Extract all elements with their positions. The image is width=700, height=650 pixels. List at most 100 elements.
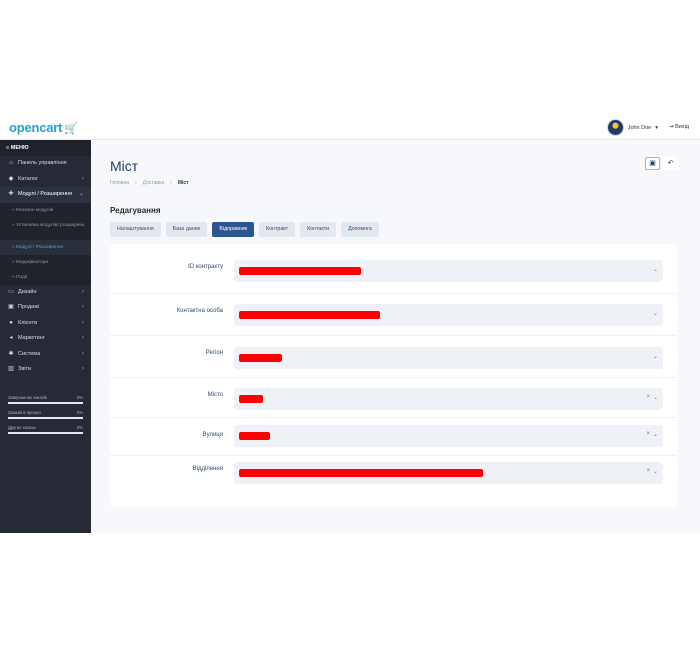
chevron-down-icon[interactable]: ⌄ (653, 468, 658, 475)
dashboard-icon: ⌂ (9, 160, 13, 166)
section-title: Редагування (110, 206, 161, 215)
clear-icon[interactable]: × (646, 431, 650, 438)
stat-label: Заказів в процесі (8, 410, 42, 415)
stat-value: 0% (76, 395, 83, 400)
clear-icon[interactable]: × (646, 394, 650, 401)
puzzle-icon: ✚ (8, 191, 14, 197)
sidebar-item-system[interactable]: ✱ Система › (0, 347, 91, 363)
sidebar-subitem-extensions[interactable]: » Модулі / Розширення (0, 239, 91, 255)
contract-id-select[interactable]: ⌄ (234, 260, 663, 282)
sidebar-item-customers[interactable]: ● Клієнти › (0, 316, 91, 332)
sidebar-item-reports[interactable]: ▥ Звіти › (0, 362, 91, 378)
redacted-value (239, 311, 380, 319)
hamburger-icon: ≡ (6, 145, 10, 151)
contact-person-select[interactable]: ⌄ (234, 304, 663, 326)
form-row-region: Регіон ⌄ (110, 336, 677, 378)
clear-icon[interactable]: × (646, 468, 650, 475)
monitor-icon: ▭ (8, 288, 14, 295)
tab-help[interactable]: Допомога (341, 222, 379, 237)
sidebar-item-dashboard[interactable]: ⌂ Панель управління (0, 156, 91, 172)
form-row-branch: Відділення × ⌄ (110, 456, 677, 496)
sidebar-item-label: Система (18, 350, 41, 357)
sidebar-subitem-label: Події (16, 274, 28, 280)
chevron-right-icon: › (82, 335, 84, 341)
chevron-right-icon: › (170, 180, 172, 186)
city-select[interactable]: × ⌄ (234, 388, 663, 410)
form-row-contract-id: ID контракту ⌄ (110, 244, 677, 294)
breadcrumb-current: Міст (177, 180, 189, 186)
bullet-icon: » (12, 207, 15, 213)
user-icon: ● (9, 319, 13, 326)
breadcrumb: Головна › Доставка › Міст (110, 180, 189, 186)
logout-label: Вихід (675, 124, 689, 130)
tab-contract[interactable]: Контракт (258, 222, 296, 237)
sidebar-item-marketing[interactable]: ◂ Маркетинг › (0, 331, 91, 347)
tab-sender[interactable]: Відправник (212, 222, 254, 237)
sender-form-card: ID контракту ⌄ Контактна особа ⌄ Регіон … (110, 244, 677, 507)
field-label: Регіон (205, 350, 223, 356)
cart-logo-icon: 🛒 (64, 123, 78, 135)
bullet-icon: » (12, 222, 15, 228)
tab-bar: Налаштування База даних Відправник Контр… (110, 222, 379, 237)
sidebar-subitem-modifications[interactable]: » Модифікатори (0, 254, 91, 270)
field-label: Контактна особа (176, 308, 223, 314)
stat-value: 0% (76, 425, 83, 430)
form-row-city: Місто × ⌄ (110, 378, 677, 418)
progress-bar (8, 417, 83, 419)
menu-toggle[interactable]: ≡ МЕНЮ (0, 140, 91, 156)
redacted-value (239, 267, 361, 275)
stat-label: Другие заказы (8, 425, 36, 430)
chevron-down-icon: ⌄ (652, 311, 658, 317)
top-header: opencart 🛒 John Doe ▾ ⇥ Вихід (0, 115, 700, 140)
progress-bar (8, 432, 83, 434)
chevron-down-icon[interactable]: ⌄ (653, 431, 658, 438)
breadcrumb-shipping[interactable]: Доставка (143, 180, 164, 186)
bullet-icon: » (12, 244, 15, 250)
sidebar-item-label: Продажі (18, 304, 40, 310)
sidebar-subitem-label: Модулі / Розширення (16, 244, 64, 250)
tab-contacts[interactable]: Контакти (300, 222, 337, 237)
order-stats: Завершених заказів 0% Заказів в процесі 0%… (8, 395, 83, 440)
logo-text: opencart (9, 120, 63, 135)
sidebar-item-label: Маркетинг (18, 335, 45, 341)
stat-value: 0% (76, 410, 83, 415)
region-select[interactable]: ⌄ (234, 347, 663, 369)
sidebar-item-label: Звіти (18, 366, 32, 372)
opencart-logo[interactable]: opencart 🛒 (9, 120, 78, 135)
sidebar-item-design[interactable]: ▭ Дизайн › (0, 285, 91, 301)
sidebar-item-label: Панель управління (18, 160, 67, 166)
save-button[interactable]: ▣ (645, 157, 660, 170)
bar-chart-icon: ▥ (8, 366, 14, 372)
app-window: opencart 🛒 John Doe ▾ ⇥ Вихід ≡ МЕНЮ ⌂ Па… (0, 115, 700, 533)
tab-settings[interactable]: Налаштування (110, 222, 161, 237)
sidebar-item-label: Клієнти (18, 319, 38, 326)
chevron-right-icon: › (82, 304, 84, 310)
stat-other: Другие заказы 0% (8, 425, 83, 434)
sidebar-subitem-installer[interactable]: » Установка модулів/ розширень (0, 217, 91, 240)
back-button[interactable]: ↶ (663, 157, 678, 170)
form-row-contact-person: Контактна особа ⌄ (110, 294, 677, 336)
sidebar-subitem-events[interactable]: » Події (0, 269, 91, 285)
breadcrumb-home[interactable]: Головна (110, 180, 129, 186)
sign-out-icon: ⇥ (668, 124, 674, 130)
sidebar-item-label: Дизайн (18, 288, 37, 295)
cart-icon: ▣ (8, 304, 14, 310)
redacted-value (239, 432, 270, 440)
tab-database[interactable]: База даних (165, 222, 208, 237)
chevron-down-icon: ⌄ (652, 267, 658, 273)
sidebar-item-extensions[interactable]: ✚ Модулі / Розширення ⌄ (0, 187, 91, 203)
branch-select[interactable]: × ⌄ (234, 462, 663, 484)
street-select[interactable]: × ⌄ (234, 425, 663, 447)
chevron-down-icon[interactable]: ⌄ (653, 394, 658, 401)
sidebar-item-label: Модулі / Розширення (18, 191, 73, 197)
redacted-value (239, 395, 263, 403)
chevron-down-icon: ⌄ (652, 354, 658, 360)
sidebar-item-sales[interactable]: ▣ Продажі › (0, 300, 91, 316)
user-menu[interactable]: John Doe ▾ (606, 119, 658, 136)
sidebar-subitem-marketplace[interactable]: » Магазин модулів (0, 202, 91, 218)
select-controls: × ⌄ (646, 468, 658, 475)
bullet-icon: » (12, 274, 15, 280)
user-name: John Doe (627, 124, 652, 131)
sidebar-item-catalog[interactable]: ◆ Каталог › (0, 172, 91, 188)
logout-link[interactable]: ⇥ Вихід (669, 124, 689, 130)
